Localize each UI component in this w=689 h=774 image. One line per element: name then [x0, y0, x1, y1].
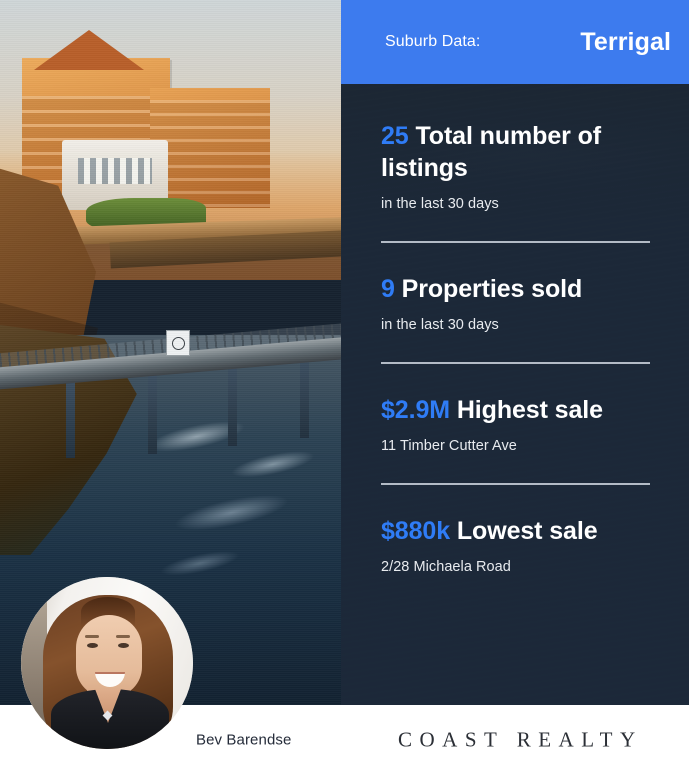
stat-divider [381, 241, 650, 243]
boardwalk-piling [228, 360, 237, 446]
stat-value: 25 [381, 122, 409, 150]
stat-value: $2.9M [381, 396, 450, 424]
stat-headline: 25 Total number of listings [381, 120, 650, 184]
agent-name: Bev Barendse [196, 731, 292, 748]
avatar-eye [87, 643, 98, 648]
panel-header: Suburb Data: Terrigal [341, 0, 689, 84]
avatar-eyebrow [116, 635, 130, 638]
agent-avatar [21, 577, 193, 749]
hotel-balconies-secondary [150, 100, 270, 208]
stat-properties-sold: 9 Properties sold in the last 30 days [381, 273, 650, 364]
avatar-eyebrow [85, 635, 99, 638]
stat-headline: 9 Properties sold [381, 273, 650, 305]
stat-divider [381, 362, 650, 364]
stat-sub: 11 Timber Cutter Ave [381, 438, 517, 454]
stat-label: Total number of listings [381, 122, 601, 182]
stat-lowest-sale: $880k Lowest sale 2/28 Michaela Road [381, 515, 650, 575]
stat-label: Lowest sale [456, 517, 598, 545]
stat-headline: $880k Lowest sale [381, 515, 650, 547]
stat-value: 9 [381, 275, 395, 303]
stat-sub: in the last 30 days [381, 196, 499, 212]
boardwalk-piling [66, 372, 75, 458]
stat-label: Properties sold [401, 275, 583, 303]
clubhouse-windows [78, 158, 152, 184]
stat-sub: 2/28 Michaela Road [381, 559, 511, 575]
stat-total-listings: 25 Total number of listings in the last … [381, 120, 650, 243]
boardwalk-piling [300, 352, 309, 438]
avatar-eye [118, 643, 129, 648]
stat-highest-sale: $2.9M Highest sale 11 Timber Cutter Ave [381, 394, 650, 485]
stat-divider [381, 483, 650, 485]
boardwalk-piling [148, 368, 157, 454]
suburb-name: Terrigal [580, 27, 671, 56]
suburb-data-label: Suburb Data: [385, 33, 481, 50]
beach-sign [166, 330, 190, 356]
brand-logo: COAST REALTY [398, 727, 643, 751]
stat-headline: $2.9M Highest sale [381, 394, 650, 426]
stat-sub: in the last 30 days [381, 317, 499, 333]
data-panel: Suburb Data: Terrigal 25 Total number of… [341, 0, 689, 705]
suburb-data-card: Suburb Data: Terrigal 25 Total number of… [0, 0, 689, 774]
stats-list: 25 Total number of listings in the last … [341, 84, 689, 575]
stat-value: $880k [381, 517, 451, 545]
stat-label: Highest sale [456, 396, 603, 424]
